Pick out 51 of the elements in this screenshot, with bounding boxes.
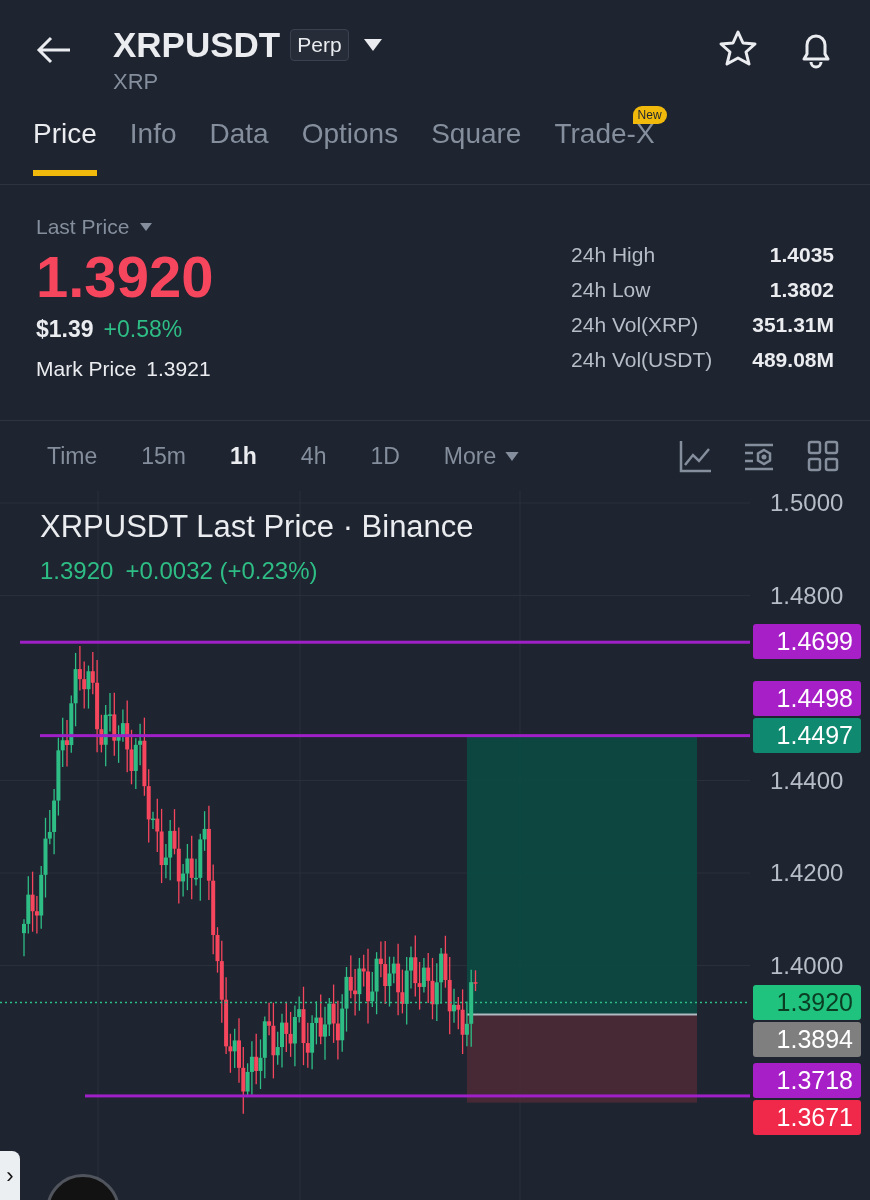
interval-tab[interactable]: 15m bbox=[124, 436, 203, 476]
price-tag: 1.4699 bbox=[753, 624, 861, 660]
price-tag: 1.3894 bbox=[753, 1021, 861, 1057]
stat-value: 351.31M bbox=[752, 313, 834, 337]
perp-badge: Perp bbox=[290, 29, 349, 61]
tab[interactable]: Square bbox=[431, 106, 522, 176]
chart-title: XRPUSDT Last Price · Binance bbox=[40, 509, 474, 545]
axis-label: 1.4800 bbox=[770, 581, 844, 610]
more-dropdown[interactable]: More bbox=[426, 436, 538, 476]
price-change: +0.58% bbox=[103, 316, 183, 343]
stat-label: 24h Vol(XRP) bbox=[570, 313, 700, 337]
caret-icon bbox=[504, 450, 521, 462]
new-badge: New bbox=[632, 106, 667, 124]
interval-tab[interactable]: 1D bbox=[353, 436, 417, 476]
last-price-label[interactable]: Last Price bbox=[36, 215, 130, 239]
last-price: 1.3920 bbox=[36, 243, 214, 310]
stat-label: 24h Low bbox=[570, 278, 652, 302]
tab[interactable]: Options bbox=[301, 106, 399, 176]
interval-tab[interactable]: 1h bbox=[213, 436, 274, 476]
symbol-subtitle: XRP bbox=[113, 69, 160, 95]
axis-label: 1.5000 bbox=[770, 491, 844, 517]
side-handle[interactable]: › bbox=[0, 1151, 20, 1200]
stat-value: 1.3802 bbox=[768, 278, 834, 302]
usd-price: $1.39 bbox=[36, 316, 94, 343]
caret-icon[interactable] bbox=[362, 38, 383, 52]
tab[interactable]: Info bbox=[129, 106, 177, 176]
stat-label: 24h High bbox=[570, 243, 657, 267]
back-icon[interactable] bbox=[36, 35, 72, 65]
stat-value: 489.08M bbox=[752, 348, 834, 372]
line-chart-icon[interactable] bbox=[678, 439, 712, 473]
mark-price-value: 1.3921 bbox=[146, 357, 211, 381]
mark-price-label: Mark Price bbox=[36, 357, 137, 381]
stat-label: 24h Vol(USDT) bbox=[570, 348, 713, 372]
price-tag: 1.4497 bbox=[753, 717, 861, 753]
price-tag: 1.3718 bbox=[753, 1062, 861, 1098]
chart-last-price: 1.3920 bbox=[40, 557, 114, 585]
grid-icon[interactable] bbox=[806, 439, 840, 473]
price-tag: 1.4498 bbox=[753, 680, 861, 716]
interval-tab[interactable]: Time bbox=[30, 436, 115, 476]
tab[interactable]: Price bbox=[33, 106, 97, 176]
axis-label: 1.4200 bbox=[770, 859, 844, 887]
price-tag: 1.3671 bbox=[753, 1099, 861, 1135]
level-line[interactable] bbox=[40, 734, 750, 738]
axis-label: 1.4000 bbox=[770, 951, 844, 980]
stat-value: 1.4035 bbox=[768, 243, 834, 267]
chart-change: +0.0032 (+0.23%) bbox=[125, 557, 318, 585]
interval-tab[interactable]: 4h bbox=[283, 436, 344, 476]
price-tag: 1.3920 bbox=[753, 984, 861, 1020]
tab[interactable]: Data bbox=[209, 106, 269, 176]
axis-label: 1.4400 bbox=[770, 766, 844, 795]
symbol-title: XRPUSDT bbox=[113, 25, 281, 65]
